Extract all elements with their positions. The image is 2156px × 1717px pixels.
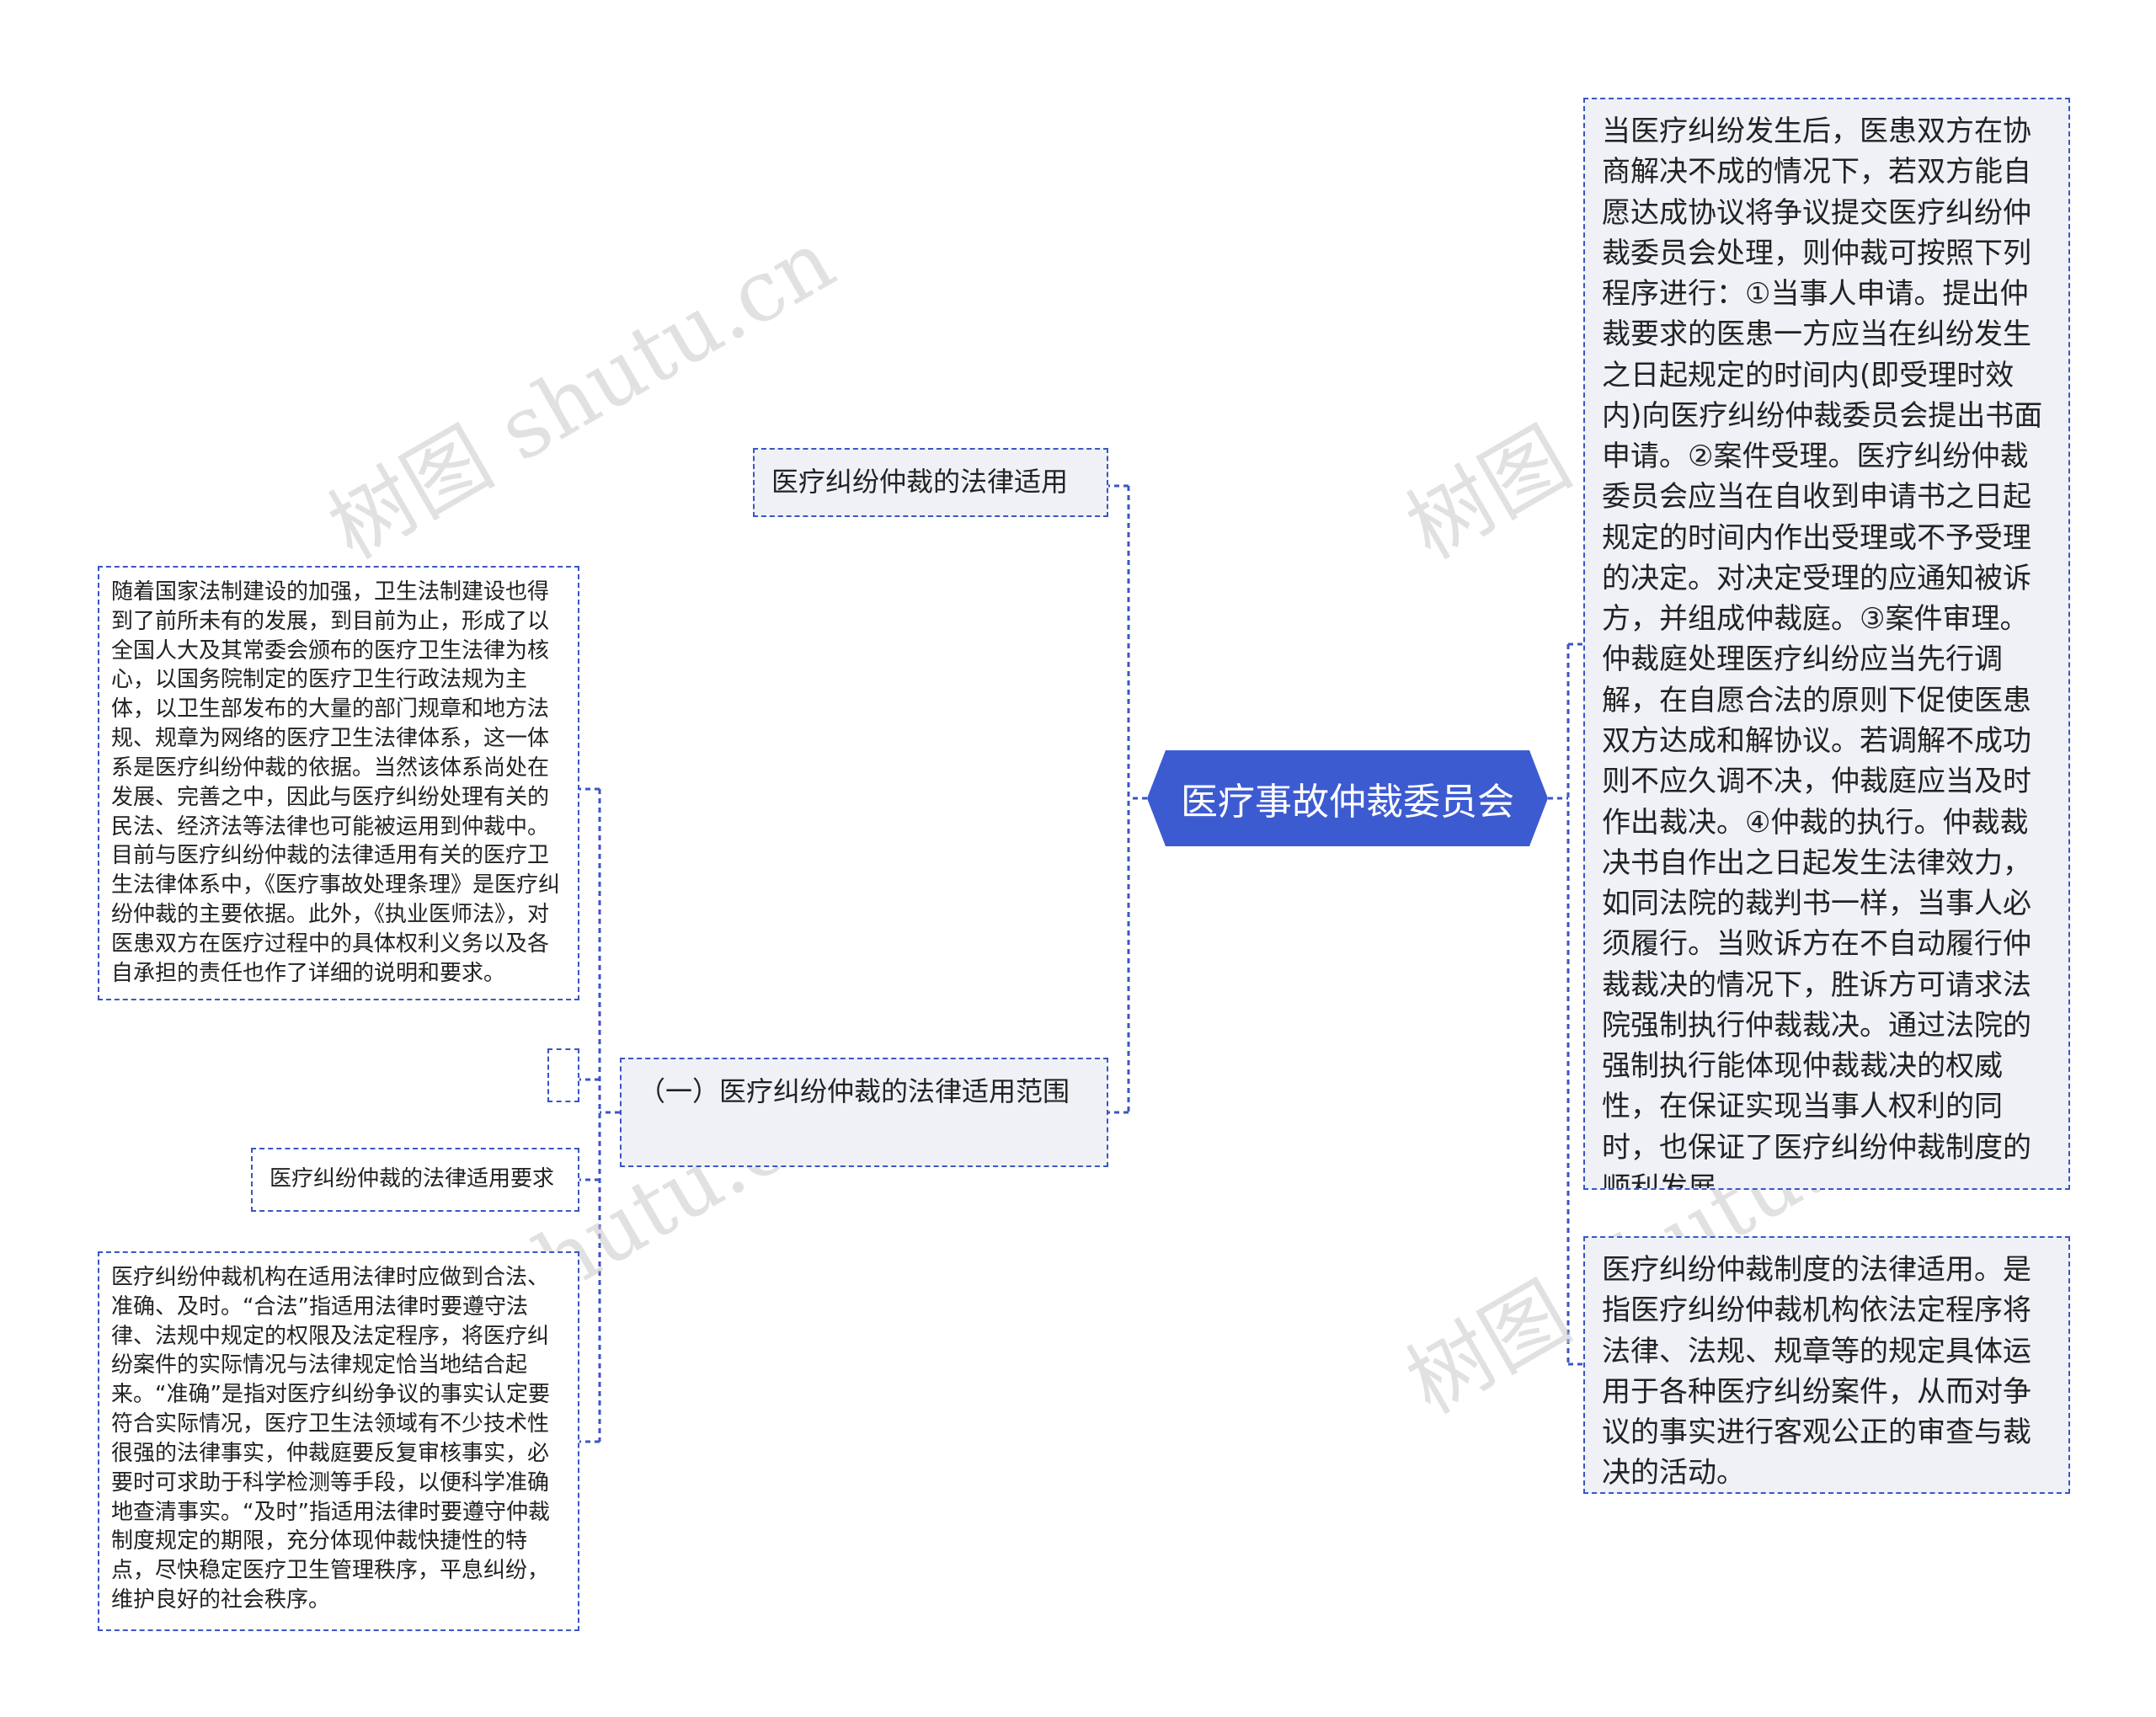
scope-text-node[interactable]: 随着国家法制建设的加强，卫生法制建设也得到了前所未有的发展，到目前为止，形成了以… [98, 566, 579, 1000]
law-application-node[interactable]: 医疗纠纷仲裁的法律适用 [753, 448, 1108, 517]
definition-node[interactable]: 医疗纠纷仲裁制度的法律适用。是指医疗纠纷仲裁机构依法定程序将法律、法规、规章等的… [1583, 1236, 2070, 1494]
requirements-title-node[interactable]: 医疗纠纷仲裁的法律适用要求 [251, 1148, 579, 1212]
central-topic-node[interactable]: 医疗事故仲裁委员会 [1147, 750, 1548, 846]
procedure-node[interactable]: 当医疗纠纷发生后，医患双方在协商解决不成的情况下，若双方能自愿达成协议将争议提交… [1583, 98, 2070, 1190]
empty-node[interactable] [547, 1048, 579, 1102]
scope-node[interactable]: （一）医疗纠纷仲裁的法律适用范围 [620, 1058, 1108, 1167]
requirements-text-node[interactable]: 医疗纠纷仲裁机构在适用法律时应做到合法、准确、及时。“合法”指适用法律时要遵守法… [98, 1251, 579, 1631]
